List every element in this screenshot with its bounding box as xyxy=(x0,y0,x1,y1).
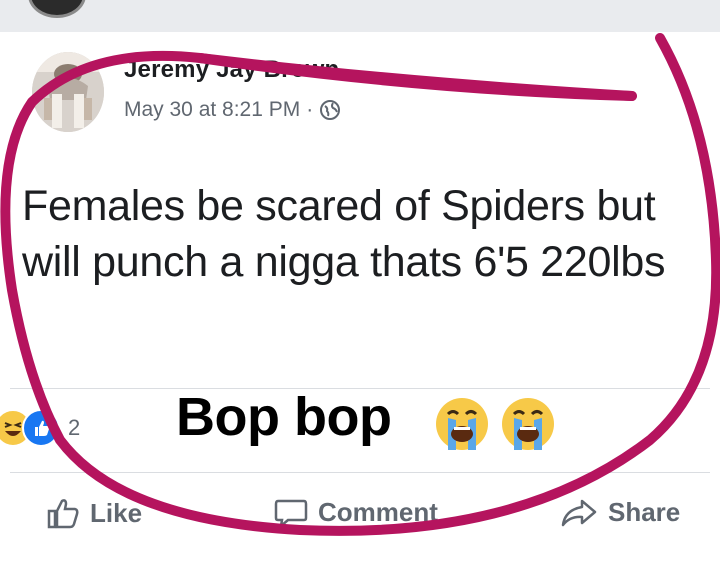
avatar-image xyxy=(32,52,104,132)
like-label: Like xyxy=(90,497,143,528)
loudly-crying-face-icon xyxy=(498,394,558,454)
caption-text: Bop bop xyxy=(176,387,392,447)
loudly-crying-face-icon xyxy=(432,394,492,454)
thumbs-up-icon xyxy=(47,499,79,529)
share-icon xyxy=(561,499,597,526)
comment-label: Comment xyxy=(318,497,438,527)
post-meta: May 30 at 8:21 PM · xyxy=(124,98,341,122)
comment-button[interactable]: Comment xyxy=(274,497,438,528)
previous-avatar xyxy=(28,0,86,18)
reaction-count[interactable]: 2 xyxy=(68,415,80,441)
like-reaction-icon xyxy=(22,409,60,447)
post-author[interactable]: Jeremy Jay Brown xyxy=(124,56,339,84)
like-button[interactable]: Like xyxy=(46,497,142,529)
post-timestamp[interactable]: May 30 at 8:21 PM xyxy=(124,98,300,122)
top-band xyxy=(0,0,720,32)
share-button[interactable]: Share xyxy=(560,497,680,528)
meta-separator: · xyxy=(306,98,314,121)
globe-icon[interactable] xyxy=(319,99,341,121)
divider xyxy=(10,472,710,473)
post-card xyxy=(0,32,720,570)
share-label: Share xyxy=(608,497,681,527)
comment-icon xyxy=(274,499,308,528)
avatar[interactable] xyxy=(32,52,104,132)
reaction-summary[interactable]: 2 xyxy=(0,408,80,448)
post-text: Females be scared of Spiders but will pu… xyxy=(22,182,666,286)
